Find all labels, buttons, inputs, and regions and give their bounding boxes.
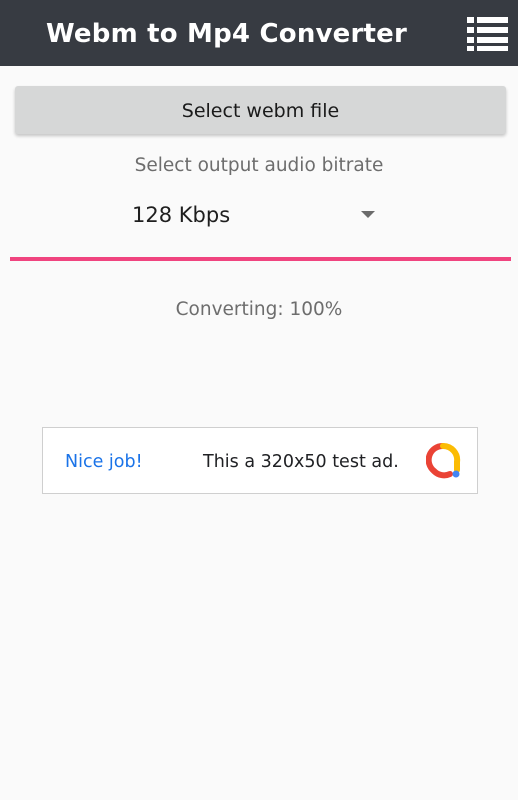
bitrate-selected-value: 128 Kbps xyxy=(132,203,231,227)
conversion-status: Converting: 100% xyxy=(175,299,343,320)
select-webm-file-button[interactable]: Select webm file xyxy=(15,86,506,134)
bitrate-dropdown[interactable]: 128 Kbps xyxy=(10,195,511,239)
app-bar: Webm to Mp4 Converter xyxy=(0,0,518,66)
ad-banner[interactable]: Nice job! This a 320x50 test ad. xyxy=(42,427,478,494)
dropdown-arrow-icon xyxy=(361,211,375,218)
ad-headline[interactable]: Nice job! xyxy=(65,452,143,472)
ad-logo-icon xyxy=(426,443,461,479)
menu-list-icon xyxy=(467,17,508,51)
ad-text: This a 320x50 test ad. xyxy=(203,452,399,472)
progress-bar xyxy=(10,257,511,261)
menu-button[interactable] xyxy=(466,16,510,52)
app-title: Webm to Mp4 Converter xyxy=(45,19,408,49)
bitrate-label: Select output audio bitrate xyxy=(134,155,384,176)
